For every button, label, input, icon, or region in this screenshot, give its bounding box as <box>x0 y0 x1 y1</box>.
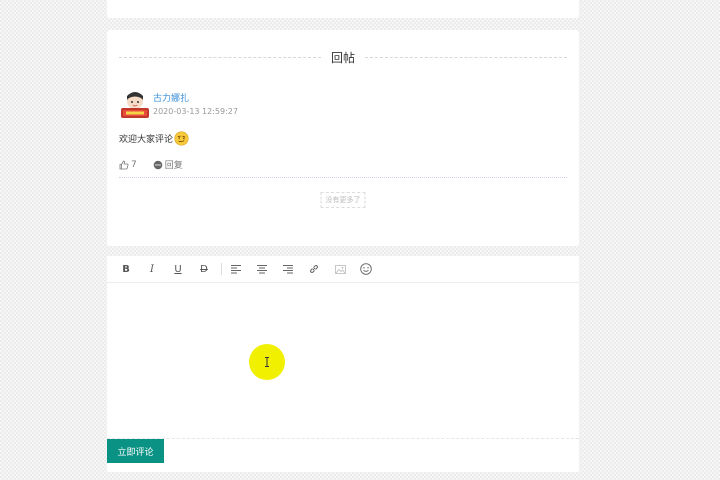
reply-timestamp: 2020-03-13 12:59:27 <box>153 107 238 116</box>
link-button[interactable] <box>307 262 321 276</box>
comment-textarea[interactable] <box>107 284 579 438</box>
emoji-button[interactable] <box>359 262 373 276</box>
image-icon <box>334 264 346 274</box>
emoji-icon <box>360 263 372 275</box>
reply-section: 回帖 古力娜扎 2020-03-13 12:59:27 欢迎大家评论 7 回复 … <box>107 30 579 246</box>
like-button[interactable]: 7 <box>119 160 137 170</box>
link-icon <box>310 265 318 273</box>
bold-icon: B <box>122 263 130 275</box>
smirk-emoji-icon <box>174 131 189 146</box>
submit-comment-button[interactable]: 立即评论 <box>107 439 164 463</box>
comment-editor: B I U D <box>107 256 579 472</box>
section-title-text: 回帖 <box>331 50 356 65</box>
align-center-icon <box>257 264 267 273</box>
like-count: 7 <box>131 159 137 170</box>
bold-button[interactable]: B <box>119 262 133 276</box>
editor-toolbar: B I U D <box>107 256 579 283</box>
reply-content: 欢迎大家评论 <box>119 131 189 146</box>
strikethrough-button[interactable]: D <box>197 262 211 276</box>
mouse-cursor-highlight <box>249 344 285 380</box>
comment-icon <box>153 160 163 169</box>
reply-text: 欢迎大家评论 <box>119 135 174 145</box>
section-title: 回帖 <box>119 49 568 65</box>
italic-icon: I <box>150 263 154 275</box>
editor-bottom-border <box>107 438 579 439</box>
author-name[interactable]: 古力娜扎 <box>153 91 189 104</box>
image-button[interactable] <box>333 262 347 276</box>
align-left-icon <box>231 264 241 273</box>
avatar[interactable] <box>119 90 151 120</box>
align-center-button[interactable] <box>255 262 269 276</box>
reply-label: 回复 <box>164 161 183 171</box>
text-cursor-icon <box>265 357 269 367</box>
underline-icon: U <box>174 263 182 275</box>
align-left-button[interactable] <box>229 262 243 276</box>
no-more-label: 没有更多了 <box>320 192 366 208</box>
previous-card <box>107 0 579 18</box>
divider <box>119 177 567 178</box>
align-right-icon <box>283 264 293 273</box>
thumbs-up-icon <box>119 160 129 169</box>
strikethrough-icon: D <box>200 263 208 275</box>
reply-actions: 7 回复 <box>119 158 199 171</box>
align-right-button[interactable] <box>281 262 295 276</box>
reply-button[interactable]: 回复 <box>153 158 183 171</box>
toolbar-separator <box>221 263 222 275</box>
underline-button[interactable]: U <box>171 262 185 276</box>
italic-button[interactable]: I <box>145 262 159 276</box>
